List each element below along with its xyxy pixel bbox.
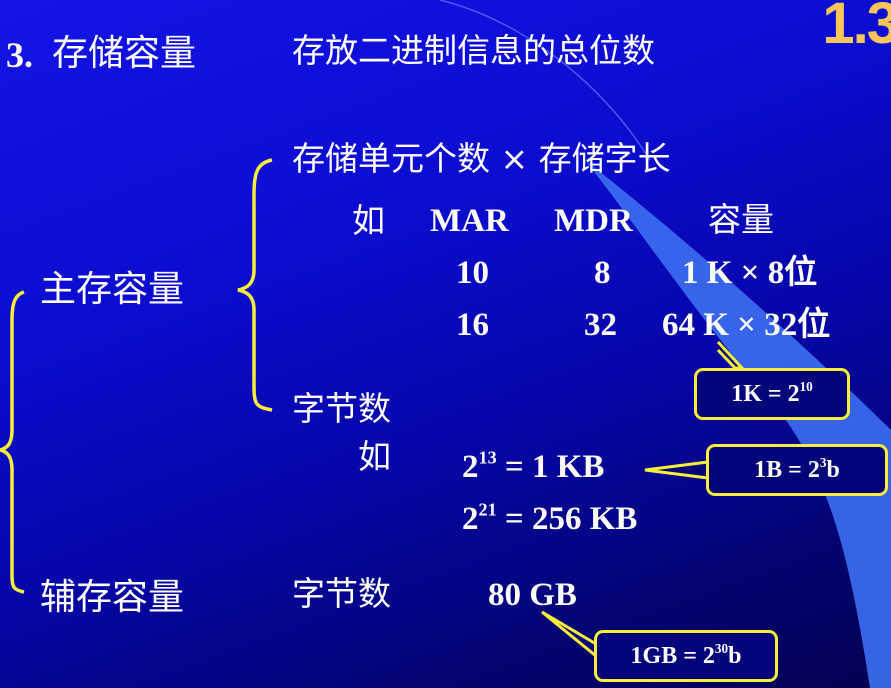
bytes-example-2-result: = 256 KB (504, 501, 638, 537)
callout-gb-suffix: b (728, 643, 742, 669)
bytes-example-1-result: = 1 KB (504, 449, 605, 485)
bytes-example-2: 221 = 256 KB (462, 500, 637, 538)
callout-gb-base: 1GB = 2 (630, 643, 715, 669)
heading-title: 存储容量 (52, 33, 197, 74)
table-row-2-capacity: 64 K × 32位 (662, 307, 831, 343)
bytes-example-1-exp: 13 (478, 447, 497, 468)
aux-memory-value: 80 GB (488, 577, 577, 613)
table-row-1-mar: 10 (456, 255, 489, 291)
bytes-example-2-exp: 21 (478, 499, 497, 520)
callout-pointer-gb (541, 610, 598, 660)
example-label: 如 (352, 201, 385, 240)
callout-k-exp: 10 (799, 379, 813, 395)
callout-pointer-b (644, 460, 710, 480)
aux-bytes-label: 字节数 (292, 574, 391, 613)
callout-gb: 1GB = 230b (594, 630, 778, 682)
callout-k: 1K = 210 (694, 368, 850, 420)
bytes-example-2-base: 2 (462, 501, 479, 537)
table-row-1-capacity: 1 K × 8位 (682, 255, 818, 291)
outer-brace-icon (0, 290, 25, 594)
callout-gb-exp: 30 (714, 641, 729, 657)
bytes-example-label: 如 (358, 437, 391, 476)
table-row-2-mar: 16 (456, 307, 489, 343)
bytes-example-1-base: 2 (462, 449, 479, 485)
main-memory-label: 主存容量 (40, 269, 185, 310)
callout-k-base: 1K = 2 (731, 381, 800, 407)
arc-line (439, 0, 651, 161)
main-memory-formula: 存储单元个数 × 存储字长 (292, 139, 671, 178)
table-row-2-mdr: 32 (584, 307, 617, 343)
callout-b: 1B = 23b (706, 444, 888, 496)
table-header-capacity: 容量 (708, 200, 774, 239)
callout-b-base: 1B = 2 (754, 457, 820, 483)
heading-definition: 存放二进制信息的总位数 (292, 31, 655, 70)
aux-memory-label: 辅存容量 (40, 577, 185, 618)
heading-number: 3. (6, 35, 33, 75)
inner-brace-icon (237, 158, 273, 412)
bytes-example-1: 213 = 1 KB (462, 448, 604, 486)
slide-number: 1.3 (822, 0, 891, 56)
table-row-1-mdr: 8 (594, 255, 611, 291)
bytes-label: 字节数 (292, 389, 391, 428)
table-header-mar: MAR (430, 203, 509, 239)
callout-b-suffix: b (826, 457, 840, 483)
table-header-mdr: MDR (554, 203, 633, 239)
